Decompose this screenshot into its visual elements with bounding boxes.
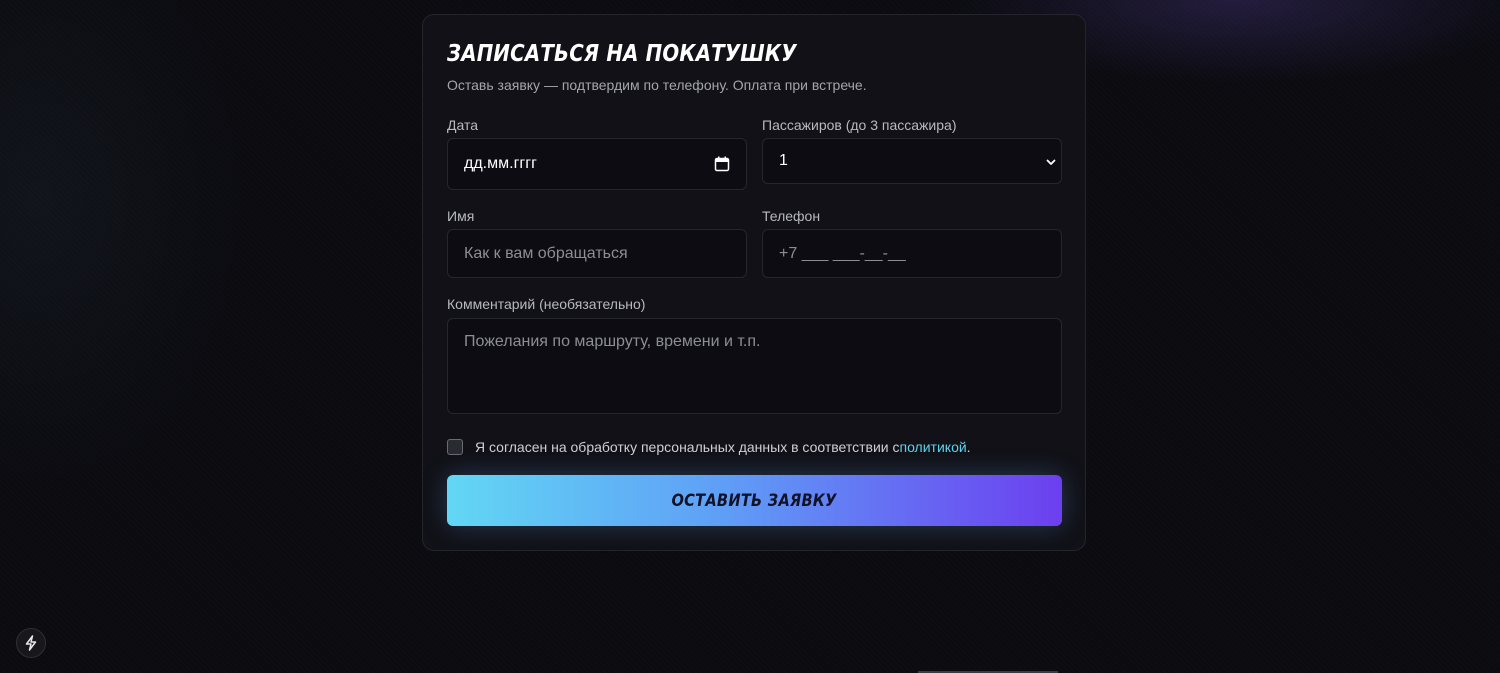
passengers-value: 1 xyxy=(779,152,788,169)
submit-label: ОСТАВИТЬ ЗАЯВКУ xyxy=(671,490,838,511)
name-label: Имя xyxy=(447,208,475,224)
comment-textarea[interactable]: Пожелания по маршруту, времени и т.п. xyxy=(447,318,1062,414)
phone-placeholder: +7 ___ ___-__-__ xyxy=(779,244,906,262)
name-input[interactable]: Как к вам обращаться xyxy=(447,229,747,278)
submit-button[interactable]: ОСТАВИТЬ ЗАЯВКУ xyxy=(447,475,1062,526)
comment-label: Комментарий (необязательно) xyxy=(447,296,646,312)
chevron-down-icon xyxy=(1046,159,1056,165)
date-input[interactable]: дд.мм.гггг xyxy=(447,138,747,190)
date-value: дд.мм.гггг xyxy=(464,155,537,172)
bolt-button[interactable] xyxy=(16,628,46,658)
passengers-label: Пассажиров (до 3 пассажира) xyxy=(762,117,957,133)
booking-form-card: ЗАПИСАТЬСЯ НА ПОКАТУШКУ Оставь заявку — … xyxy=(422,14,1086,551)
consent-end: . xyxy=(966,439,971,455)
policy-link[interactable]: политикой xyxy=(900,439,967,455)
phone-label: Телефон xyxy=(762,208,821,224)
form-title: ЗАПИСАТЬСЯ НА ПОКАТУШКУ xyxy=(447,41,797,67)
passengers-select[interactable]: 1 xyxy=(762,138,1062,184)
phone-input[interactable]: +7 ___ ___-__-__ xyxy=(762,229,1062,278)
calendar-icon[interactable] xyxy=(714,156,730,172)
name-placeholder: Как к вам обращаться xyxy=(464,244,628,262)
bolt-icon xyxy=(25,635,37,651)
consent-text: Я согласен на обработку персональных дан… xyxy=(475,439,900,455)
comment-placeholder: Пожелания по маршруту, времени и т.п. xyxy=(464,333,761,350)
date-label: Дата xyxy=(447,117,479,133)
consent-row: Я согласен на обработку персональных дан… xyxy=(447,439,971,455)
form-subtitle: Оставь заявку — подтвердим по телефону. … xyxy=(447,77,867,93)
consent-checkbox[interactable] xyxy=(447,439,463,455)
